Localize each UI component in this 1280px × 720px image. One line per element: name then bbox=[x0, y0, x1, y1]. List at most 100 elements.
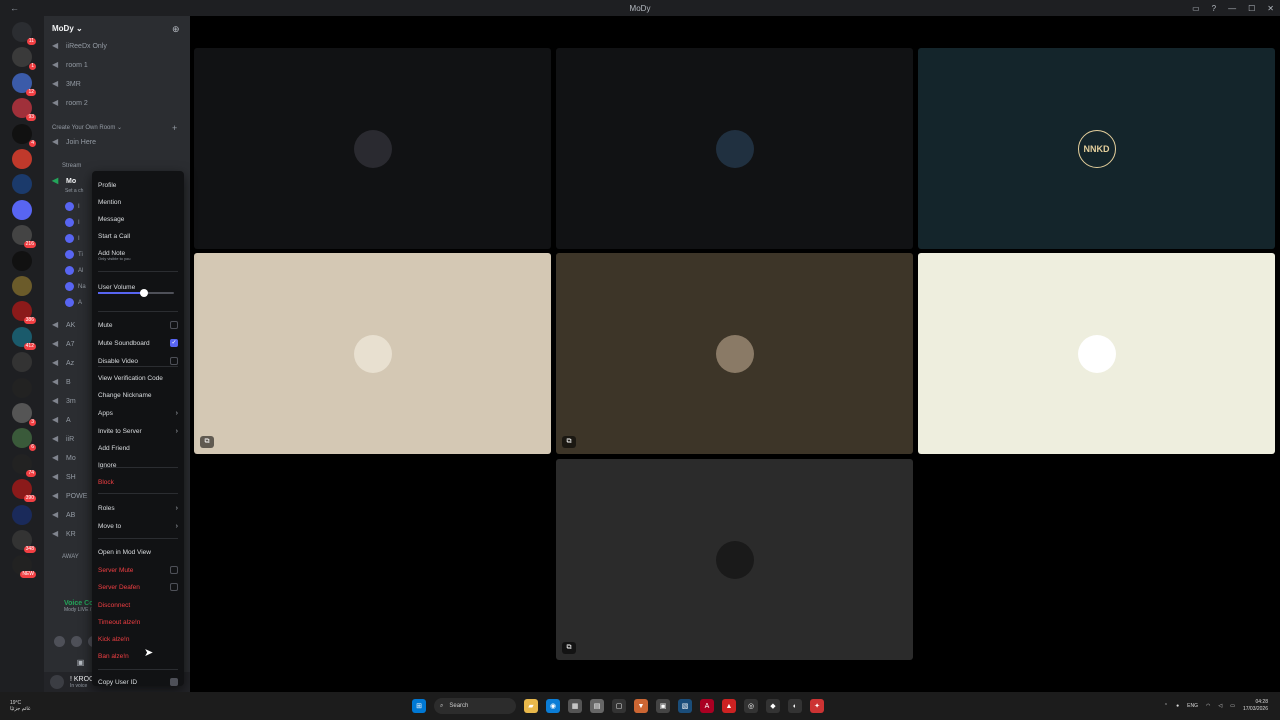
server-icon[interactable] bbox=[12, 276, 32, 296]
server-icon[interactable]: 74 bbox=[12, 453, 36, 477]
stream-icon[interactable]: ⧉ bbox=[562, 642, 576, 654]
server-icon[interactable]: 93 bbox=[12, 98, 36, 122]
menu-item-move-to[interactable]: Move to › bbox=[98, 519, 178, 533]
server-icon[interactable]: NEW bbox=[12, 555, 36, 579]
invite-user-icon[interactable]: ⊕ bbox=[172, 24, 182, 34]
camera-off-icon[interactable]: ▣ bbox=[77, 658, 85, 667]
voice-member[interactable]: I bbox=[65, 202, 80, 211]
voice-channel[interactable]: ◀ B bbox=[52, 378, 71, 386]
category-stream[interactable]: Stream bbox=[62, 163, 81, 169]
store-icon[interactable]: ▦ bbox=[568, 699, 582, 713]
voice-channel[interactable]: ◀ Az bbox=[52, 359, 74, 367]
active-voice-channel[interactable]: ◀ Mo bbox=[52, 177, 76, 185]
voice-channel[interactable]: ◀ AB bbox=[52, 511, 75, 519]
app-icon[interactable]: ◐ bbox=[788, 699, 802, 713]
start-menu-icon[interactable]: ⊞ bbox=[412, 699, 426, 713]
app-icon[interactable]: ◎ bbox=[744, 699, 758, 713]
checkbox[interactable] bbox=[170, 566, 178, 574]
file-explorer-icon[interactable]: ▰ bbox=[524, 699, 538, 713]
help-icon[interactable]: ? bbox=[1212, 4, 1216, 13]
add-channel-icon[interactable]: + bbox=[172, 123, 177, 133]
menu-item-profile[interactable]: Profile bbox=[98, 178, 178, 192]
video-tile[interactable] bbox=[194, 48, 551, 249]
app-icon[interactable]: ▧ bbox=[678, 699, 692, 713]
voice-member[interactable]: Al bbox=[65, 266, 83, 275]
server-icon[interactable]: 216 bbox=[12, 225, 36, 249]
server-name-header[interactable]: MoDy ⌄ bbox=[52, 24, 83, 33]
menu-item-block[interactable]: Block bbox=[98, 475, 178, 489]
menu-item-add-note[interactable]: Add Note Only visible to you bbox=[98, 246, 178, 262]
language-indicator[interactable]: ENG bbox=[1187, 703, 1198, 709]
voice-member[interactable]: Ti bbox=[65, 250, 83, 259]
avatar[interactable] bbox=[50, 675, 64, 689]
menu-item-kick-alze-n[interactable]: Kick alze!n bbox=[98, 632, 178, 646]
category-away[interactable]: AWAY bbox=[62, 554, 79, 560]
voice-channel[interactable]: ◀ 3m bbox=[52, 397, 76, 405]
voice-channel[interactable]: ◀ POWE bbox=[52, 492, 87, 500]
app-icon[interactable]: ▣ bbox=[656, 699, 670, 713]
volume-icon[interactable]: ◁ bbox=[1218, 703, 1222, 709]
battery-icon[interactable]: ▭ bbox=[1230, 703, 1235, 709]
voice-member[interactable]: I bbox=[65, 234, 80, 243]
menu-item-change-nickname[interactable]: Change Nickname bbox=[98, 388, 178, 402]
menu-item-view-verification-code[interactable]: View Verification Code bbox=[98, 371, 178, 385]
app-icon[interactable]: ✦ bbox=[810, 699, 824, 713]
avatar[interactable] bbox=[54, 636, 65, 647]
app-icon[interactable]: A bbox=[700, 699, 714, 713]
menu-item-invite-to-server[interactable]: Invite to Server › bbox=[98, 424, 178, 438]
voice-channel-join-here[interactable]: ◀ Join Here bbox=[52, 138, 96, 146]
checkbox[interactable] bbox=[170, 357, 178, 365]
voice-channel[interactable]: ◀ AK bbox=[52, 321, 75, 329]
menu-item-disconnect[interactable]: Disconnect bbox=[98, 598, 178, 612]
server-icon[interactable] bbox=[12, 352, 32, 373]
video-tile[interactable] bbox=[918, 253, 1275, 454]
server-icon[interactable]: 348 bbox=[12, 530, 36, 553]
menu-item-copy-user-id[interactable]: Copy User ID bbox=[98, 675, 178, 689]
server-icon[interactable]: 386 bbox=[12, 301, 36, 325]
menu-item-mute[interactable]: Mute bbox=[98, 318, 178, 332]
voice-channel[interactable]: ◀ room 2 bbox=[52, 99, 88, 107]
menu-item-server-mute[interactable]: Server Mute bbox=[98, 563, 178, 577]
network-icon[interactable]: ◠ bbox=[1206, 703, 1210, 709]
menu-item-start-a-call[interactable]: Start a Call bbox=[98, 229, 178, 243]
menu-item-roles[interactable]: Roles › bbox=[98, 501, 178, 515]
server-icon[interactable]: 390 bbox=[12, 479, 36, 503]
server-icon[interactable]: 6 bbox=[12, 428, 36, 452]
notepad-icon[interactable]: ▤ bbox=[590, 699, 604, 713]
video-tile[interactable]: ⧉ bbox=[556, 459, 913, 660]
server-icon[interactable]: 1 bbox=[12, 47, 36, 71]
server-icon[interactable] bbox=[12, 377, 32, 398]
slider-knob[interactable] bbox=[139, 289, 148, 297]
brave-browser-icon[interactable]: ▼ bbox=[634, 699, 648, 713]
menu-item-message[interactable]: Message bbox=[98, 212, 178, 226]
avatar[interactable] bbox=[71, 636, 82, 647]
maximize-button[interactable]: ☐ bbox=[1248, 4, 1255, 13]
video-tile[interactable] bbox=[556, 48, 913, 249]
checkbox[interactable] bbox=[170, 583, 178, 591]
user-volume-slider[interactable] bbox=[98, 289, 174, 297]
voice-member[interactable]: A bbox=[65, 298, 82, 307]
voice-channel[interactable]: ◀ 3MR bbox=[52, 80, 81, 88]
menu-item-apps[interactable]: Apps › bbox=[98, 406, 178, 420]
menu-item-timeout-alze-n[interactable]: Timeout alze!n bbox=[98, 615, 178, 629]
server-icon[interactable] bbox=[12, 250, 32, 271]
voice-channel[interactable]: ◀ A bbox=[52, 416, 71, 424]
stream-icon[interactable]: ⧉ bbox=[562, 436, 576, 448]
close-button[interactable]: ✕ bbox=[1267, 4, 1274, 13]
server-icon[interactable] bbox=[12, 174, 32, 195]
stream-icon[interactable]: ⧉ bbox=[200, 436, 214, 448]
voice-channel[interactable]: ◀ KR bbox=[52, 530, 76, 538]
voice-channel[interactable]: ◀ SH bbox=[52, 473, 76, 481]
menu-item-mention[interactable]: Mention bbox=[98, 195, 178, 209]
weather-widget[interactable]: 19°C غائم جزئيًا bbox=[10, 700, 31, 712]
category-create-room[interactable]: Create Your Own Room ⌄ bbox=[52, 124, 122, 131]
app-icon[interactable]: ◆ bbox=[766, 699, 780, 713]
server-icon[interactable] bbox=[12, 199, 32, 220]
voice-channel[interactable]: ◀ iiR bbox=[52, 435, 74, 443]
edge-browser-icon[interactable]: ◉ bbox=[546, 699, 560, 713]
chevron-up-icon[interactable]: ⌃ bbox=[1164, 703, 1168, 709]
clock[interactable]: 04:28 17/03/2026 bbox=[1243, 699, 1268, 713]
server-icon[interactable]: 11 bbox=[12, 22, 36, 45]
video-tile[interactable]: ⧉ bbox=[194, 253, 551, 454]
voice-member[interactable]: Na bbox=[65, 282, 86, 291]
